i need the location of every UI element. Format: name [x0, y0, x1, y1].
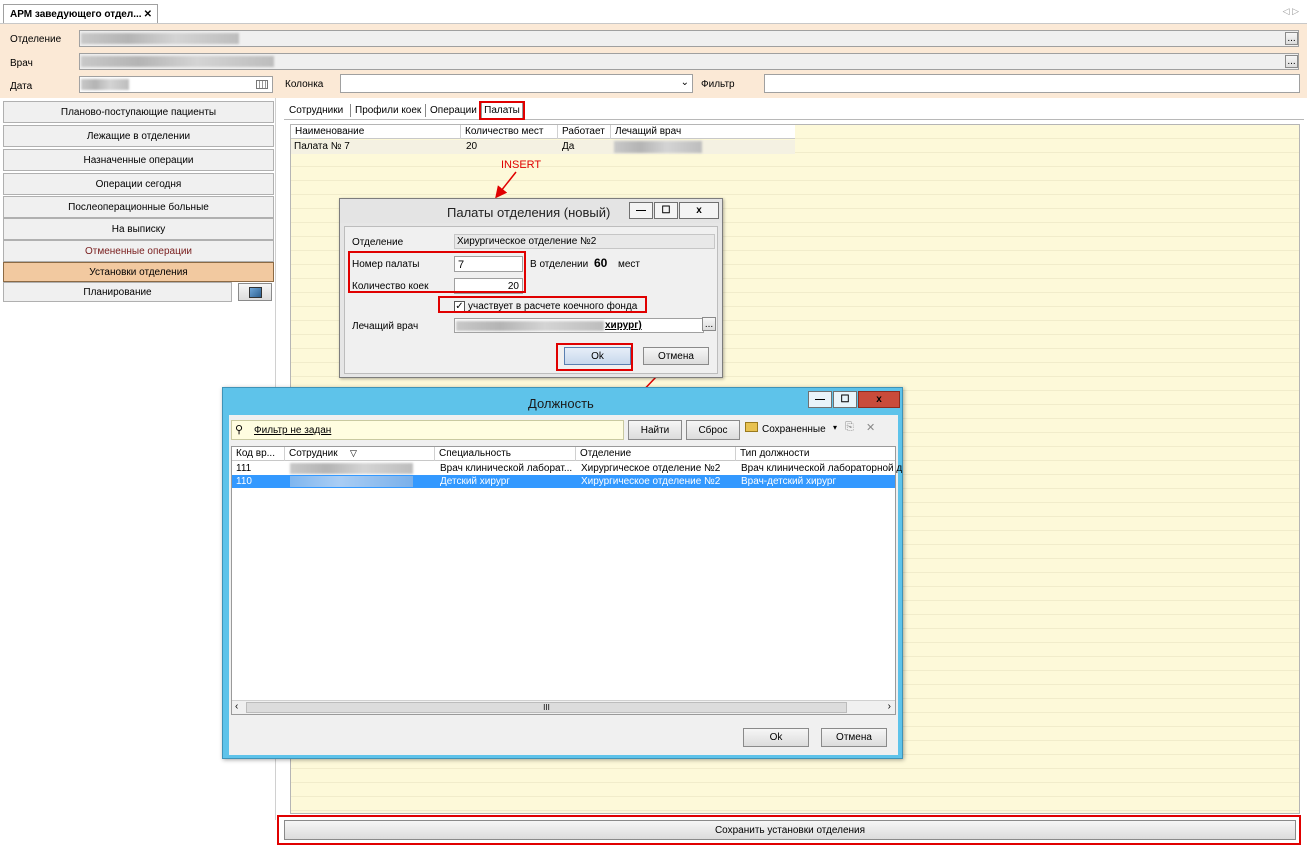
cancel-button[interactable]: Отмена — [821, 728, 887, 747]
maximize-icon[interactable]: ☐ — [833, 391, 857, 408]
ward-dialog-title: Палаты отделения (новый) — [447, 205, 611, 220]
beds-label: Количество коек — [352, 281, 429, 292]
table-row[interactable]: 111 Врач клинической лаборат... Хирургич… — [232, 462, 902, 475]
column-header-position-type[interactable]: Тип должности — [736, 447, 895, 461]
cancel-button[interactable]: Отмена — [643, 347, 709, 365]
position-dialog-title: Должность — [528, 396, 594, 411]
ward-dialog: Палаты отделения (новый) — ☐ x Отделение… — [339, 198, 723, 378]
scroll-grip-mark: III — [543, 703, 550, 712]
binoculars-icon: ⚲ — [235, 424, 244, 436]
code-cell: 111 — [236, 463, 252, 474]
scroll-left-icon[interactable]: ‹ — [235, 701, 238, 712]
in-department-label: В отделении — [530, 259, 589, 270]
employee-redacted — [290, 476, 413, 487]
column-header-employee[interactable]: Сотрудник — [285, 447, 435, 461]
attending-doctor-field[interactable]: хирург) — [454, 318, 704, 333]
table-row-selected[interactable]: 110 Детский хирург Хирургическое отделен… — [232, 475, 895, 488]
position-dialog-body: ⚲ Фильтр не задан Найти Сброс Сохраненны… — [229, 415, 902, 755]
sort-icon[interactable]: ▽ — [350, 448, 357, 459]
attending-doctor-label: Лечащий врач — [352, 321, 419, 332]
department-readonly-field: Хирургическое отделение №2 — [454, 234, 715, 249]
position-type-cell: Врач-детский хирург — [741, 476, 837, 487]
position-grid-header: Код вр... Сотрудник ▽ Специальность Отде… — [232, 447, 895, 461]
attending-doctor-ellipsis-button[interactable]: ... — [702, 317, 716, 331]
close-icon[interactable]: x — [858, 391, 900, 408]
position-filter-bar: ⚲ Фильтр не задан — [231, 420, 624, 440]
attending-doctor-redacted — [456, 321, 604, 331]
column-header-department[interactable]: Отделение — [576, 447, 736, 461]
code-cell: 110 — [236, 476, 252, 487]
scroll-right-icon[interactable]: › — [888, 701, 891, 712]
save-filter-icon[interactable]: ⎘ — [845, 421, 854, 434]
find-button[interactable]: Найти — [628, 420, 682, 440]
position-grid: Код вр... Сотрудник ▽ Специальность Отде… — [231, 446, 902, 715]
save-settings-button[interactable]: Сохранить установки отделения — [284, 820, 1296, 840]
minimize-icon[interactable]: — — [808, 391, 832, 408]
reset-button[interactable]: Сброс — [686, 420, 740, 440]
delete-filter-icon[interactable]: ✕ — [866, 421, 875, 434]
bed-fund-checkbox[interactable]: ✓ — [454, 301, 465, 312]
in-department-count: 60 — [594, 256, 608, 270]
ok-button[interactable]: Ok — [743, 728, 809, 747]
ok-button[interactable]: Ok — [564, 347, 631, 365]
beds-input[interactable]: 20 — [454, 278, 523, 294]
insert-arrow — [495, 171, 517, 199]
saved-folder-icon — [745, 422, 758, 432]
attending-doctor-value: хирург) — [605, 320, 642, 331]
saved-filters-menu[interactable]: Сохраненные — [762, 424, 826, 435]
employee-redacted — [290, 463, 413, 474]
horizontal-scrollbar[interactable]: ‹ III › — [232, 700, 895, 714]
position-dialog: Должность — ☐ x ⚲ Фильтр не задан Найти … — [222, 387, 903, 759]
specialty-cell: Врач клинической лаборат... — [440, 463, 573, 474]
ward-dialog-body: Отделение Хирургическое отделение №2 Ном… — [344, 226, 718, 374]
close-icon[interactable]: x — [679, 202, 719, 219]
places-label: мест — [618, 259, 641, 270]
ward-number-input[interactable]: 7 — [454, 256, 523, 272]
column-header-specialty[interactable]: Специальность — [435, 447, 576, 461]
bed-fund-checkbox-label[interactable]: участвует в расчете коечного фонда — [468, 301, 637, 312]
minimize-icon[interactable]: — — [629, 202, 653, 219]
filter-link[interactable]: Фильтр не задан — [254, 425, 331, 436]
ward-dialog-titlebar: Палаты отделения (новый) — ☐ x — [340, 199, 722, 223]
department-cell: Хирургическое отделение №2 — [581, 463, 721, 474]
maximize-icon[interactable]: ☐ — [654, 202, 678, 219]
position-type-cell: Врач клинической лабораторной д — [741, 463, 903, 474]
column-header-code[interactable]: Код вр... — [232, 447, 285, 461]
scrollbar-thumb[interactable]: III — [246, 702, 847, 713]
department-label: Отделение — [352, 237, 404, 248]
specialty-cell: Детский хирург — [440, 476, 510, 487]
ward-number-label: Номер палаты — [352, 259, 420, 270]
department-cell: Хирургическое отделение №2 — [581, 476, 721, 487]
chevron-down-icon[interactable]: ▾ — [833, 423, 837, 432]
